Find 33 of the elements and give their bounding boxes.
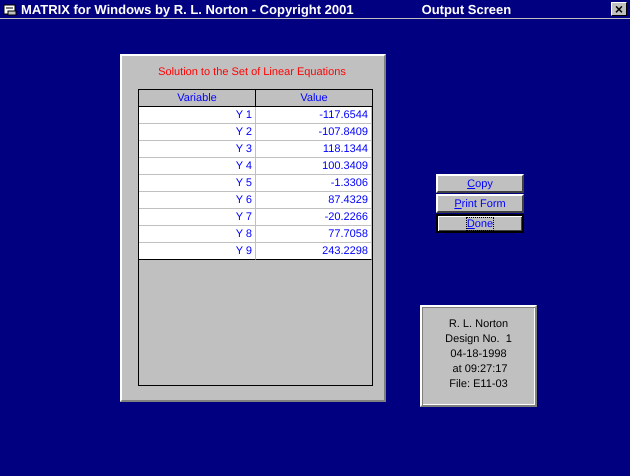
window-title: MATRIX for Windows by R. L. Norton - Copyright 2001	[21, 2, 354, 16]
table-cell: -117.6544	[256, 107, 372, 124]
table-cell: Y 6	[139, 192, 256, 209]
table-cell: 87.4329	[256, 192, 372, 209]
table-cell: 77.7058	[256, 226, 372, 243]
action-button[interactable]: Print Form	[436, 194, 524, 213]
table-cell: Y 1	[139, 107, 256, 124]
close-button[interactable]: ×	[611, 2, 627, 16]
table-cell: -1.3306	[256, 175, 372, 192]
info-line: 04-18-1998	[450, 347, 507, 362]
table-cell: 100.3409	[256, 158, 372, 175]
table-cell: Y 9	[139, 243, 256, 260]
table-cell: Y 5	[139, 175, 256, 192]
screen-title: Output Screen	[422, 2, 512, 16]
info-line: Design No. 1	[445, 332, 512, 347]
action-button[interactable]: Done	[436, 214, 524, 233]
table-cell: -107.8409	[256, 124, 372, 141]
table-cell: Y 7	[139, 209, 256, 226]
info-line: R. L. Norton	[448, 317, 508, 332]
column-header: Variable	[139, 90, 256, 106]
table-cell: 118.1344	[256, 141, 372, 158]
table-cell: -20.2266	[256, 209, 372, 226]
action-button[interactable]: Copy	[436, 174, 524, 193]
results-heading: Solution to the Set of Linear Equations	[157, 65, 347, 80]
table-cell: 243.2298	[256, 243, 372, 260]
table-cell: Y 3	[139, 141, 256, 158]
column-header: Value	[299, 91, 329, 106]
info-line: File: E11-03	[449, 377, 508, 392]
info-line: at 09:27:17	[451, 362, 508, 377]
table-cell: Y 8	[139, 226, 256, 243]
table-cell: Y 2	[139, 124, 256, 141]
table-cell: Y 4	[139, 158, 256, 175]
app-icon	[3, 2, 17, 16]
